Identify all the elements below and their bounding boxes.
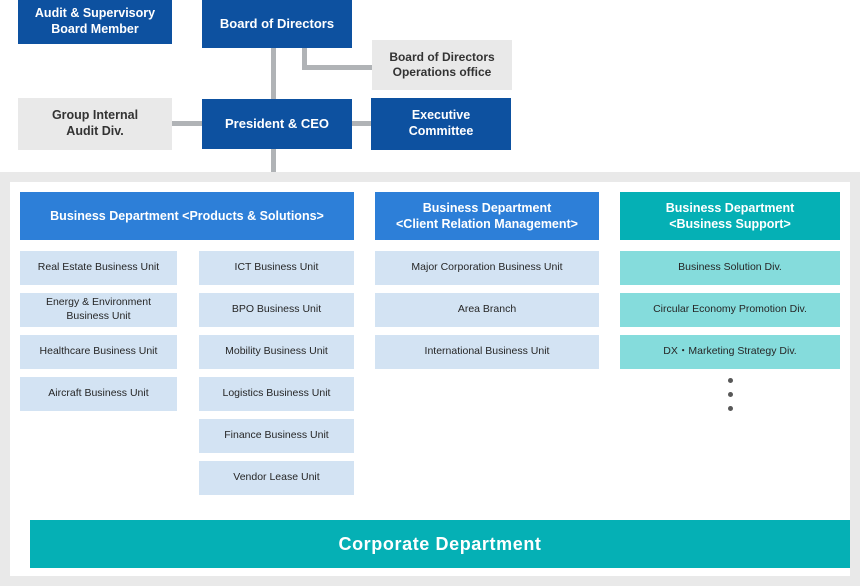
unit-logistics-business[interactable]: Logistics Business Unit <box>198 377 354 411</box>
department-header-client-relation-management[interactable]: Business Department <Client Relation Man… <box>375 192 599 240</box>
dot-3 <box>727 406 733 411</box>
unit-bpo-business[interactable]: BPO Business Unit <box>198 293 354 327</box>
unit-major-corporation-business[interactable]: Major Corporation Business Unit <box>375 251 599 285</box>
department-column-client-relation-management: Business Department <Client Relation Man… <box>375 192 599 377</box>
node-group-internal-audit-div[interactable]: Group Internal Audit Div. <box>18 98 172 150</box>
unit-finance-business[interactable]: Finance Business Unit <box>198 419 354 453</box>
subcolumns-products-solutions: Real Estate Business Unit Energy & Envir… <box>20 251 354 503</box>
subcolumn-1: Real Estate Business Unit Energy & Envir… <box>20 251 177 503</box>
connector-ceo-to-departments <box>271 148 276 172</box>
unit-vendor-lease[interactable]: Vendor Lease Unit <box>198 461 354 495</box>
dot-1 <box>727 378 733 383</box>
unit-international-business[interactable]: International Business Unit <box>375 335 599 369</box>
node-board-of-directors[interactable]: Board of Directors <box>202 0 352 48</box>
department-panel: Business Department <Products & Solution… <box>0 172 860 586</box>
unit-business-solution-div[interactable]: Business Solution Div. <box>620 251 840 285</box>
dot-2 <box>727 392 733 397</box>
unit-dx-marketing-strategy-div[interactable]: DX・Marketing Strategy Div. <box>620 335 840 369</box>
executive-structure-area: Audit & Supervisory Board Member Board o… <box>0 0 860 172</box>
corporate-department-bar[interactable]: Corporate Department <box>30 520 850 568</box>
more-divisions-indicator <box>620 378 840 411</box>
department-column-business-support: Business Department <Business Support> B… <box>620 192 840 411</box>
department-panel-inner: Business Department <Products & Solution… <box>10 182 850 576</box>
unit-energy-environment-business[interactable]: Energy & Environment Business Unit <box>20 293 177 327</box>
unit-real-estate-business[interactable]: Real Estate Business Unit <box>20 251 177 285</box>
connector-board-ops-horizontal <box>302 65 376 70</box>
unit-ict-business[interactable]: ICT Business Unit <box>198 251 354 285</box>
subcolumn-2: ICT Business Unit BPO Business Unit Mobi… <box>198 251 354 503</box>
unit-mobility-business[interactable]: Mobility Business Unit <box>198 335 354 369</box>
subcolumns-client-relation-management: Major Corporation Business Unit Area Bra… <box>375 251 599 369</box>
unit-area-branch[interactable]: Area Branch <box>375 293 599 327</box>
department-column-products-solutions: Business Department <Products & Solution… <box>20 192 354 503</box>
node-executive-committee[interactable]: Executive Committee <box>371 98 511 150</box>
connector-audit-to-ceo <box>170 121 206 126</box>
unit-aircraft-business[interactable]: Aircraft Business Unit <box>20 377 177 411</box>
node-board-of-directors-operations-office[interactable]: Board of Directors Operations office <box>372 40 512 90</box>
subcolumns-business-support: Business Solution Div. Circular Economy … <box>620 251 840 369</box>
node-president-ceo[interactable]: President & CEO <box>202 99 352 149</box>
department-header-business-support[interactable]: Business Department <Business Support> <box>620 192 840 240</box>
connector-ceo-to-exec-committee <box>352 121 372 126</box>
node-audit-supervisory-board-member[interactable]: Audit & Supervisory Board Member <box>18 0 172 44</box>
department-header-products-solutions[interactable]: Business Department <Products & Solution… <box>20 192 354 240</box>
unit-circular-economy-promotion-div[interactable]: Circular Economy Promotion Div. <box>620 293 840 327</box>
unit-healthcare-business[interactable]: Healthcare Business Unit <box>20 335 177 369</box>
